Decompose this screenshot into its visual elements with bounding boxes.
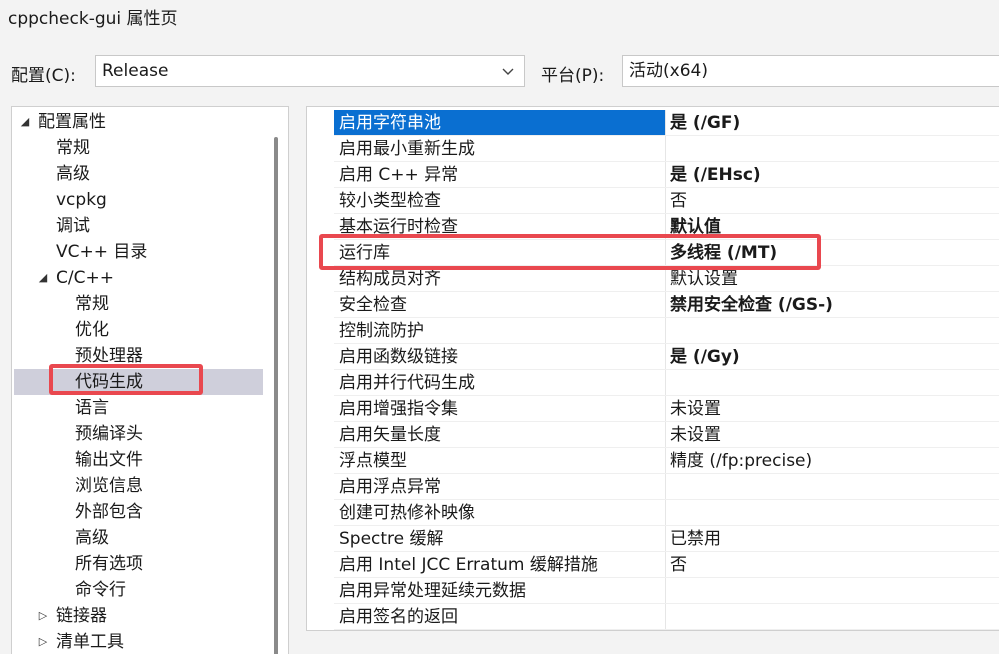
property-row[interactable]: 较小类型检查 否 [334,188,999,214]
property-row[interactable]: 启用最小重新生成 [334,136,999,162]
property-value[interactable]: 是 (/GF) [665,110,999,136]
highlight-box-codegen [49,364,203,395]
property-row[interactable]: 启用 C++ 异常 是 (/EHsc) [334,162,999,188]
tree-item[interactable]: 高级 [56,161,90,187]
tree-item[interactable]: 命令行 [75,577,126,603]
tree-item[interactable]: 所有选项 [75,551,143,577]
tree-item[interactable]: 高级 [75,525,109,551]
tree-item[interactable]: VC++ 目录 [56,239,147,265]
property-value[interactable] [665,474,999,500]
property-row[interactable]: 启用 Intel JCC Erratum 缓解措施 否 [334,552,999,578]
tree-item[interactable]: 优化 [75,317,109,343]
property-name: 启用函数级链接 [339,347,458,367]
tree-item[interactable]: 清单工具 [56,629,124,654]
property-name: Spectre 缓解 [339,529,444,549]
property-value[interactable]: 精度 (/fp:precise) [665,448,999,474]
tree-item[interactable]: 语言 [75,395,109,421]
property-value[interactable]: 未设置 [665,422,999,448]
property-name: 启用字符串池 [334,110,665,136]
property-row[interactable]: 启用浮点异常 [334,474,999,500]
platform-value: 活动(x64) [629,61,708,81]
property-name: 启用并行代码生成 [339,373,475,393]
property-name: 启用 Intel JCC Erratum 缓解措施 [339,555,598,575]
tree-item[interactable]: 预编译头 [75,421,143,447]
property-row[interactable]: 控制流防护 [334,318,999,344]
property-value[interactable]: 已禁用 [665,526,999,552]
property-name: 安全检查 [339,295,407,315]
property-row[interactable]: Spectre 缓解 已禁用 [334,526,999,552]
collapsed-arrow-icon[interactable]: ▷ [36,629,50,654]
property-name: 启用增强指令集 [339,399,458,419]
property-value[interactable]: 是 (/Gy) [665,344,999,370]
property-name: 启用矢量长度 [339,425,441,445]
property-name: 启用浮点异常 [339,477,441,497]
property-row[interactable]: 启用字符串池是 (/GF) [334,110,999,136]
property-name: 较小类型检查 [339,191,441,211]
property-name: 控制流防护 [339,321,424,341]
property-value[interactable] [665,370,999,396]
property-value[interactable] [665,578,999,604]
property-value[interactable]: 否 [665,552,999,578]
highlight-box-runtime-library [319,234,821,270]
row-divider [334,629,999,630]
tree-item[interactable]: 链接器 [56,603,107,629]
window-title: cppcheck-gui 属性页 [8,9,178,29]
property-row[interactable]: 启用增强指令集 未设置 [334,396,999,422]
property-name: 创建可热修补映像 [339,503,475,523]
expanded-arrow-icon[interactable]: ◢ [18,109,32,135]
property-value[interactable] [665,318,999,344]
property-name: 浮点模型 [339,451,407,471]
property-row[interactable]: 启用函数级链接 是 (/Gy) [334,344,999,370]
property-row[interactable]: 安全检查 禁用安全检查 (/GS-) [334,292,999,318]
property-name: 启用 C++ 异常 [339,165,459,185]
property-name: 启用异常处理延续元数据 [339,581,526,601]
platform-label: 平台(P): [541,66,605,86]
property-value[interactable] [665,136,999,162]
config-label: 配置(C): [11,66,76,86]
property-row[interactable]: 创建可热修补映像 [334,500,999,526]
property-value[interactable]: 禁用安全检查 (/GS-) [665,292,999,318]
expanded-arrow-icon[interactable]: ◢ [36,265,50,291]
property-value[interactable]: 是 (/EHsc) [665,162,999,188]
property-row[interactable]: 浮点模型 精度 (/fp:precise) [334,448,999,474]
property-row[interactable]: 启用异常处理延续元数据 [334,578,999,604]
config-value: Release [102,61,169,81]
property-name: 启用最小重新生成 [339,139,475,159]
chevron-down-icon [502,68,514,75]
tree-item[interactable]: 调试 [56,213,90,239]
tree-item[interactable]: 常规 [75,291,109,317]
property-row[interactable]: 启用并行代码生成 [334,370,999,396]
property-value[interactable]: 未设置 [665,396,999,422]
property-value[interactable] [665,604,999,630]
property-row[interactable]: 启用矢量长度 未设置 [334,422,999,448]
tree-item[interactable]: 浏览信息 [75,473,143,499]
config-dropdown[interactable]: Release [95,55,525,87]
tree-item[interactable]: 常规 [56,135,90,161]
tree-item[interactable]: 输出文件 [75,447,143,473]
platform-dropdown[interactable]: 活动(x64) [622,55,999,87]
tree-item[interactable]: C/C++ [56,265,114,291]
property-value[interactable]: 否 [665,188,999,214]
tree-item[interactable]: 配置属性 [38,109,106,135]
property-value[interactable] [665,500,999,526]
tree-scrollbar[interactable] [274,137,278,654]
tree-item[interactable]: 外部包含 [75,499,143,525]
collapsed-arrow-icon[interactable]: ▷ [36,603,50,629]
property-row[interactable]: 启用签名的返回 [334,604,999,630]
property-name: 启用签名的返回 [339,607,458,627]
tree-item[interactable]: vcpkg [56,187,107,213]
